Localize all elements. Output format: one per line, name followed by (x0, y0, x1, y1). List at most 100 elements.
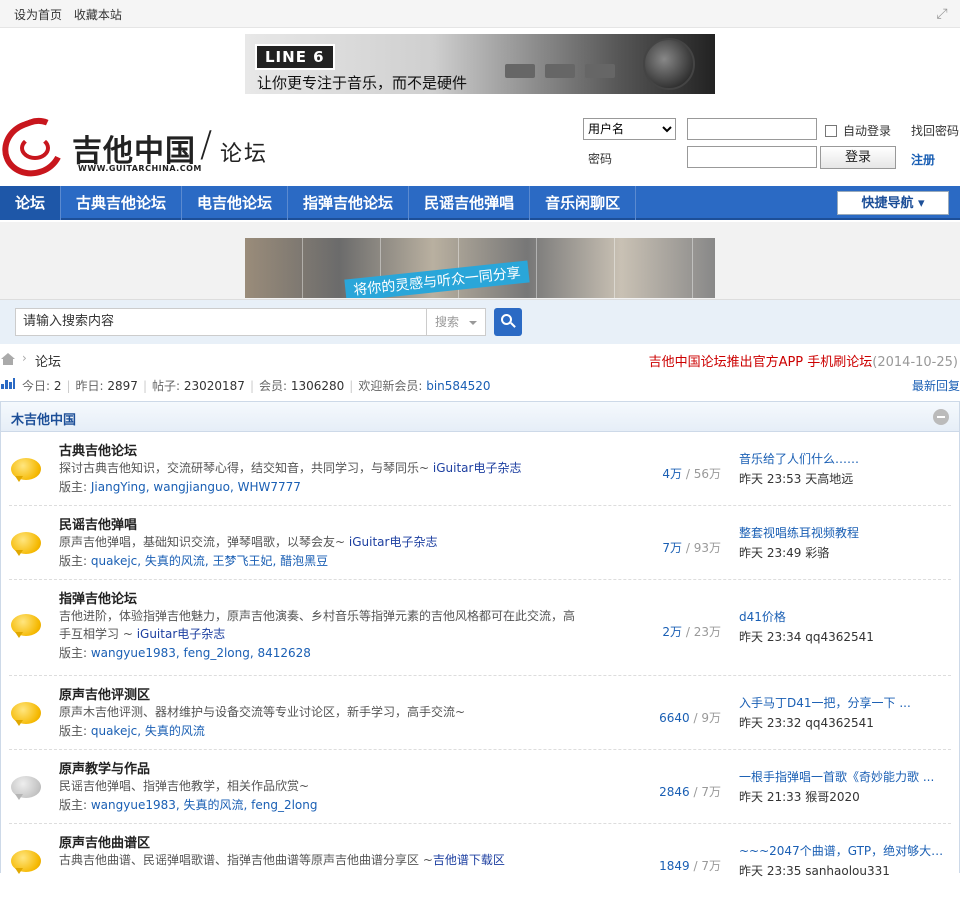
forum-desc: 原声吉他弹唱，基础知识交流，弹琴唱歌，以琴会友~ iGuitar电子杂志 (59, 535, 438, 549)
nav-item-forum[interactable]: 论坛 (0, 186, 62, 220)
latest-reply-link[interactable]: 最新回复 (912, 377, 960, 394)
forum-name[interactable]: 原声吉他评测区 (59, 684, 150, 703)
last-post-meta: 昨天 23:35 sanhaolou331 (739, 864, 890, 878)
thread-count: 2万 (662, 625, 683, 639)
forum-row: 原声教学与作品 民谣吉他弹唱、指弹吉他教学，相关作品欣赏~ 版主: wangyu… (9, 750, 951, 824)
bookmark-link[interactable]: 收藏本站 (74, 8, 122, 22)
pedal-graphic (545, 64, 575, 78)
auto-login[interactable]: 自动登录 (825, 122, 891, 139)
collapse-icon[interactable] (933, 409, 949, 425)
stat-today: 2 (53, 379, 62, 393)
last-post-title[interactable]: ~~~2047个曲谱，GTP，绝对够大家 ... (739, 842, 949, 859)
line6-ad-banner[interactable]: LINE 6 让你更专注于音乐，而不是硬件 (245, 34, 715, 94)
nav-item-classical[interactable]: 古典吉他论坛 (61, 186, 183, 220)
quick-nav-button[interactable]: 快捷导航 ▾ (837, 191, 949, 215)
last-post-title[interactable]: 整套视唱练耳视频教程 (739, 524, 949, 541)
username-input[interactable] (687, 118, 817, 140)
dragon-logo-icon-inner (20, 136, 50, 160)
share-ad-banner[interactable]: 将你的灵感与听众一同分享 (245, 238, 715, 298)
post-count: / 7万 (689, 859, 722, 873)
nav-item-fingerstyle[interactable]: 指弹吉他论坛 (288, 186, 410, 220)
register-link[interactable]: 注册 (911, 151, 935, 168)
post-count: / 23万 (682, 625, 721, 639)
moderator-links[interactable]: wangyue1983, feng_2long, 8412628 (91, 646, 311, 660)
forum-counts: 7万 / 93万 (641, 539, 721, 556)
moderator-links[interactable]: JiangYing, wangjianguo, WHW7777 (91, 480, 301, 494)
login-button[interactable]: 登录 (820, 146, 896, 169)
line6-logo: LINE 6 (255, 44, 335, 70)
forum-row: 原声吉他曲谱区 古典吉他曲谱、民谣弹唱歌谱、指弹吉他曲谱等原声吉他曲谱分享区 ~… (9, 824, 951, 898)
caret-down-icon (469, 321, 477, 325)
stat-yesterday: 2897 (107, 379, 138, 393)
magazine-link[interactable]: iGuitar电子杂志 (433, 461, 522, 475)
auto-login-checkbox[interactable] (825, 125, 837, 137)
forum-name[interactable]: 古典吉他论坛 (59, 440, 137, 459)
section-title[interactable]: 木吉他中国 (11, 409, 76, 428)
breadcrumb-separator: › (22, 351, 27, 365)
forum-row: 指弹吉他论坛 吉他进阶，体验指弹吉他魅力，原声吉他演奏、乡村音乐等指弹元素的吉他… (9, 580, 951, 676)
brand-slash: / (200, 124, 213, 165)
thread-count: 2846 (659, 785, 690, 799)
last-post-title[interactable]: 一根手指弹唱一首歌《奇妙能力歌 ... (739, 768, 949, 785)
site-logo[interactable]: 吉他中国 WWW.GUITARCHINA.COM / 论坛 (0, 111, 282, 185)
last-post-meta: 昨天 23:53 天高地远 (739, 472, 854, 486)
post-count: / 56万 (682, 467, 721, 481)
caret-down-icon: ▾ (918, 196, 925, 211)
magazine-link[interactable]: iGuitar电子杂志 (137, 627, 226, 641)
forum-name[interactable]: 原声吉他曲谱区 (59, 832, 150, 851)
nav-item-folk[interactable]: 民谣吉他弹唱 (409, 186, 531, 220)
section-header: 木吉他中国 (1, 402, 959, 432)
moderator-links[interactable]: quakejc, 失真的风流 (91, 724, 205, 738)
last-post-title[interactable]: 入手马丁D41一把，分享一下 ... (739, 694, 949, 711)
forum-name[interactable]: 原声教学与作品 (59, 758, 150, 777)
announcement[interactable]: 吉他中国论坛推出官方APP 手机刷论坛(2014-10-25) (649, 351, 958, 370)
magazine-link[interactable]: 吉他谱下载区 (433, 853, 505, 867)
ad-tagline: 让你更专注于音乐，而不是硬件 (257, 74, 468, 92)
top-links: 设为首页 收藏本站 (14, 6, 130, 23)
last-post: 音乐给了人们什么…… 昨天 23:53 天高地远 (739, 450, 949, 487)
site-header: 吉他中国 WWW.GUITARCHINA.COM / 论坛 用户名 密码 自动登… (0, 110, 960, 185)
mid-banner-area: 将你的灵感与听众一同分享 (0, 222, 960, 300)
last-post-meta: 昨天 23:32 qq4362541 (739, 716, 874, 730)
forum-desc: 探讨古典吉他知识，交流研琴心得，结交知音，共同学习，与琴同乐~ iGuitar电… (59, 461, 522, 475)
moderator-links[interactable]: wangyue1983, 失真的风流, feng_2long (91, 798, 318, 812)
magazine-link[interactable]: iGuitar电子杂志 (349, 535, 438, 549)
forum-row: 原声吉他评测区 原声木吉他评测、器材维护与设备交流等专业讨论区，新手学习，高手交… (9, 676, 951, 750)
login-type-select[interactable]: 用户名 (583, 118, 676, 140)
photo-tile (557, 238, 615, 298)
last-post-title[interactable]: d41价格 (739, 608, 949, 625)
forum-section: 木吉他中国 古典吉他论坛 探讨古典吉他知识，交流研琴心得，结交知音，共同学习，与… (0, 401, 960, 878)
brand-forum: 论坛 (220, 142, 269, 167)
search-input[interactable]: 请输入搜索内容 (15, 308, 427, 336)
photo-tile (635, 238, 693, 298)
announcement-text: 吉他中国论坛推出官方APP 手机刷论坛 (648, 355, 873, 370)
expand-icon[interactable]: ⤢ (934, 6, 950, 22)
search-bar: 请输入搜索内容 搜索 (0, 300, 960, 344)
new-member-link[interactable]: bin584520 (426, 379, 490, 393)
set-home-link[interactable]: 设为首页 (14, 8, 62, 22)
breadcrumb: › 论坛 吉他中国论坛推出官方APP 手机刷论坛(2014-10-25) (0, 348, 960, 370)
forgot-password-link[interactable]: 找回密码 (911, 122, 959, 139)
nav-item-music-chat[interactable]: 音乐闲聊区 (530, 186, 637, 220)
forum-counts: 2846 / 7万 (641, 783, 721, 800)
forum-name[interactable]: 指弹吉他论坛 (59, 588, 137, 607)
last-post: 入手马丁D41一把，分享一下 ... 昨天 23:32 qq4362541 (739, 694, 949, 731)
last-post-title[interactable]: 音乐给了人们什么…… (739, 450, 949, 467)
forum-name[interactable]: 民谣吉他弹唱 (59, 514, 137, 533)
thread-count: 7万 (662, 541, 683, 555)
nav-item-electric[interactable]: 电吉他论坛 (182, 186, 289, 220)
post-count: / 7万 (689, 785, 722, 799)
stat-members: 1306280 (290, 379, 345, 393)
new-posts-icon (11, 458, 41, 482)
breadcrumb-current[interactable]: 论坛 (35, 351, 61, 370)
search-type-label: 搜索 (435, 315, 460, 329)
search-button[interactable] (494, 308, 522, 336)
last-post: 整套视唱练耳视频教程 昨天 23:49 彩骆 (739, 524, 949, 561)
moderator-links[interactable]: quakejc, 失真的风流, 王梦飞王妃, 醋泡黑豆 (91, 554, 328, 568)
last-post-meta: 昨天 21:33 猴哥2020 (739, 790, 860, 804)
forum-moderators: 版主: JiangYing, wangjianguo, WHW7777 (59, 480, 301, 494)
password-input[interactable] (687, 146, 817, 168)
knob-graphic (643, 38, 695, 90)
search-type-select[interactable]: 搜索 (426, 308, 486, 336)
home-icon[interactable] (1, 353, 15, 365)
